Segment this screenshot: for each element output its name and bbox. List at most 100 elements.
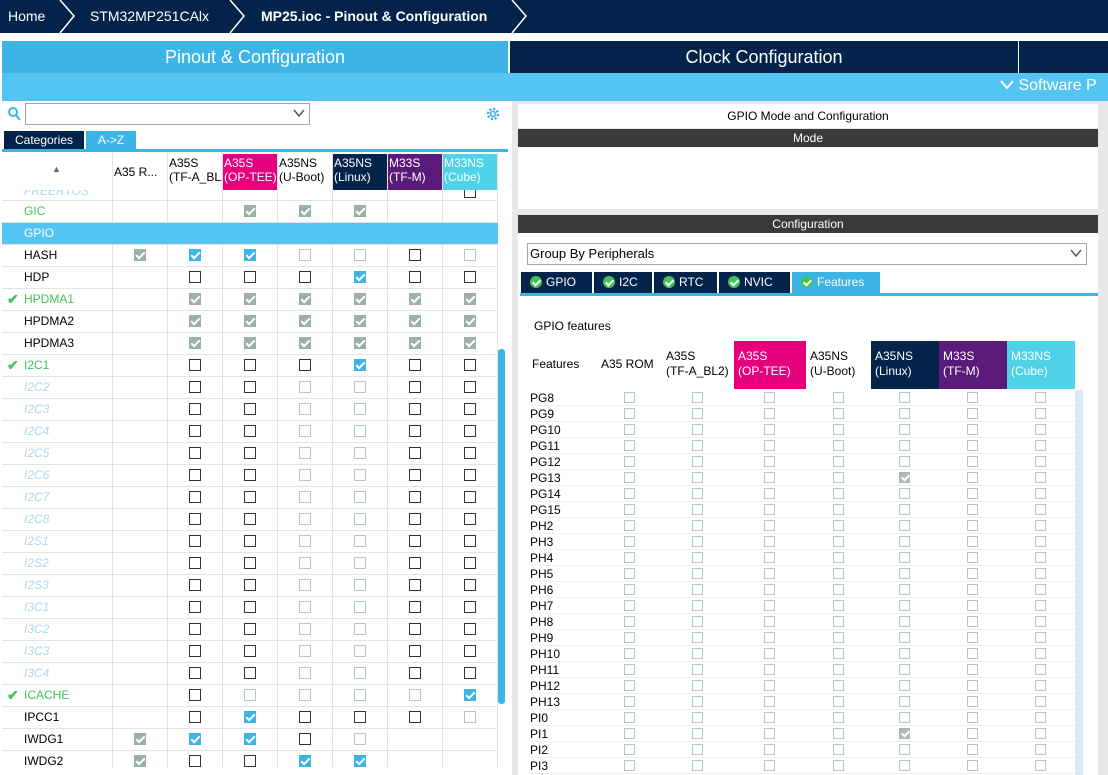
checkbox[interactable] (354, 623, 366, 635)
checkbox[interactable] (692, 680, 703, 691)
checkbox[interactable] (833, 648, 844, 659)
checkbox[interactable] (692, 648, 703, 659)
checkbox[interactable] (624, 568, 635, 579)
table-row[interactable]: I2S1 (2, 531, 498, 553)
checkbox[interactable] (764, 680, 775, 691)
checkbox[interactable] (967, 520, 978, 531)
checkbox[interactable] (1035, 472, 1046, 483)
column-header[interactable]: M33NS (Cube) (1007, 341, 1075, 389)
checkbox[interactable] (464, 623, 476, 635)
checkbox[interactable] (464, 293, 476, 305)
checkbox[interactable] (354, 249, 366, 261)
table-row[interactable]: GIC (2, 201, 498, 223)
checkbox[interactable] (692, 584, 703, 595)
checkbox[interactable] (692, 616, 703, 627)
checkbox[interactable] (244, 711, 256, 723)
checkbox[interactable] (244, 205, 256, 217)
checkbox[interactable] (899, 664, 910, 675)
checkbox[interactable] (409, 469, 421, 481)
checkbox[interactable] (764, 648, 775, 659)
checkbox[interactable] (244, 535, 256, 547)
checkbox[interactable] (464, 601, 476, 613)
checkbox[interactable] (899, 488, 910, 499)
checkbox[interactable] (899, 456, 910, 467)
checkbox[interactable] (244, 381, 256, 393)
checkbox[interactable] (1035, 760, 1046, 771)
checkbox[interactable] (764, 616, 775, 627)
pin-row[interactable]: PG10 (528, 422, 1083, 438)
checkbox[interactable] (409, 513, 421, 525)
checkbox[interactable] (464, 403, 476, 415)
checkbox[interactable] (692, 504, 703, 515)
checkbox[interactable] (967, 728, 978, 739)
checkbox[interactable] (409, 667, 421, 679)
checkbox[interactable] (1035, 520, 1046, 531)
table-row[interactable]: I3C1 (2, 597, 498, 619)
tab-gpio[interactable]: GPIO (521, 272, 592, 293)
checkbox[interactable] (764, 408, 775, 419)
checkbox[interactable] (1035, 392, 1046, 403)
checkbox[interactable] (244, 667, 256, 679)
checkbox[interactable] (692, 712, 703, 723)
pin-row[interactable]: PI1 (528, 726, 1083, 742)
checkbox[interactable] (1035, 456, 1046, 467)
pin-row[interactable]: PI3 (528, 758, 1083, 774)
checkbox[interactable] (244, 425, 256, 437)
column-header[interactable]: A35NS (U-Boot) (806, 341, 871, 389)
checkbox[interactable] (764, 600, 775, 611)
tab-a-z[interactable]: A->Z (86, 131, 136, 149)
checkbox[interactable] (189, 755, 201, 767)
checkbox[interactable] (354, 755, 366, 767)
checkbox[interactable] (409, 645, 421, 657)
checkbox[interactable] (692, 488, 703, 499)
checkbox[interactable] (624, 632, 635, 643)
checkbox[interactable] (189, 667, 201, 679)
checkbox[interactable] (692, 600, 703, 611)
checkbox[interactable] (189, 601, 201, 613)
checkbox[interactable] (833, 600, 844, 611)
checkbox[interactable] (244, 469, 256, 481)
checkbox[interactable] (764, 584, 775, 595)
checkbox[interactable] (692, 536, 703, 547)
checkbox[interactable] (189, 271, 201, 283)
checkbox[interactable] (409, 579, 421, 591)
checkbox[interactable] (1035, 440, 1046, 451)
sort-icon[interactable]: ▲ (52, 164, 61, 174)
checkbox[interactable] (244, 447, 256, 459)
checkbox[interactable] (464, 579, 476, 591)
checkbox[interactable] (299, 689, 311, 701)
checkbox[interactable] (299, 579, 311, 591)
checkbox[interactable] (967, 568, 978, 579)
checkbox[interactable] (833, 504, 844, 515)
table-row[interactable]: ✔ I2C1 (2, 355, 498, 377)
checkbox[interactable] (409, 447, 421, 459)
checkbox[interactable] (354, 579, 366, 591)
checkbox[interactable] (354, 557, 366, 569)
group-by-select[interactable]: Group By Peripherals (527, 243, 1087, 265)
checkbox[interactable] (464, 535, 476, 547)
checkbox[interactable] (299, 601, 311, 613)
checkbox[interactable] (833, 568, 844, 579)
column-header[interactable]: A35S(TF-A_BL2) (167, 154, 222, 190)
checkbox[interactable] (692, 760, 703, 771)
checkbox[interactable] (833, 408, 844, 419)
pin-row[interactable]: PH13 (528, 694, 1083, 710)
checkbox[interactable] (899, 632, 910, 643)
checkbox[interactable] (624, 472, 635, 483)
checkbox[interactable] (899, 712, 910, 723)
pin-row[interactable]: PG9 (528, 406, 1083, 422)
checkbox[interactable] (189, 513, 201, 525)
column-header[interactable]: M33NS (Cube) (442, 154, 497, 190)
checkbox[interactable] (354, 293, 366, 305)
checkbox[interactable] (189, 579, 201, 591)
checkbox[interactable] (899, 696, 910, 707)
checkbox[interactable] (354, 513, 366, 525)
checkbox[interactable] (833, 536, 844, 547)
checkbox[interactable] (967, 504, 978, 515)
checkbox[interactable] (624, 584, 635, 595)
checkbox[interactable] (1035, 584, 1046, 595)
checkbox[interactable] (692, 552, 703, 563)
checkbox[interactable] (899, 760, 910, 771)
table-row[interactable]: GPIO (2, 223, 498, 245)
checkbox[interactable] (692, 408, 703, 419)
